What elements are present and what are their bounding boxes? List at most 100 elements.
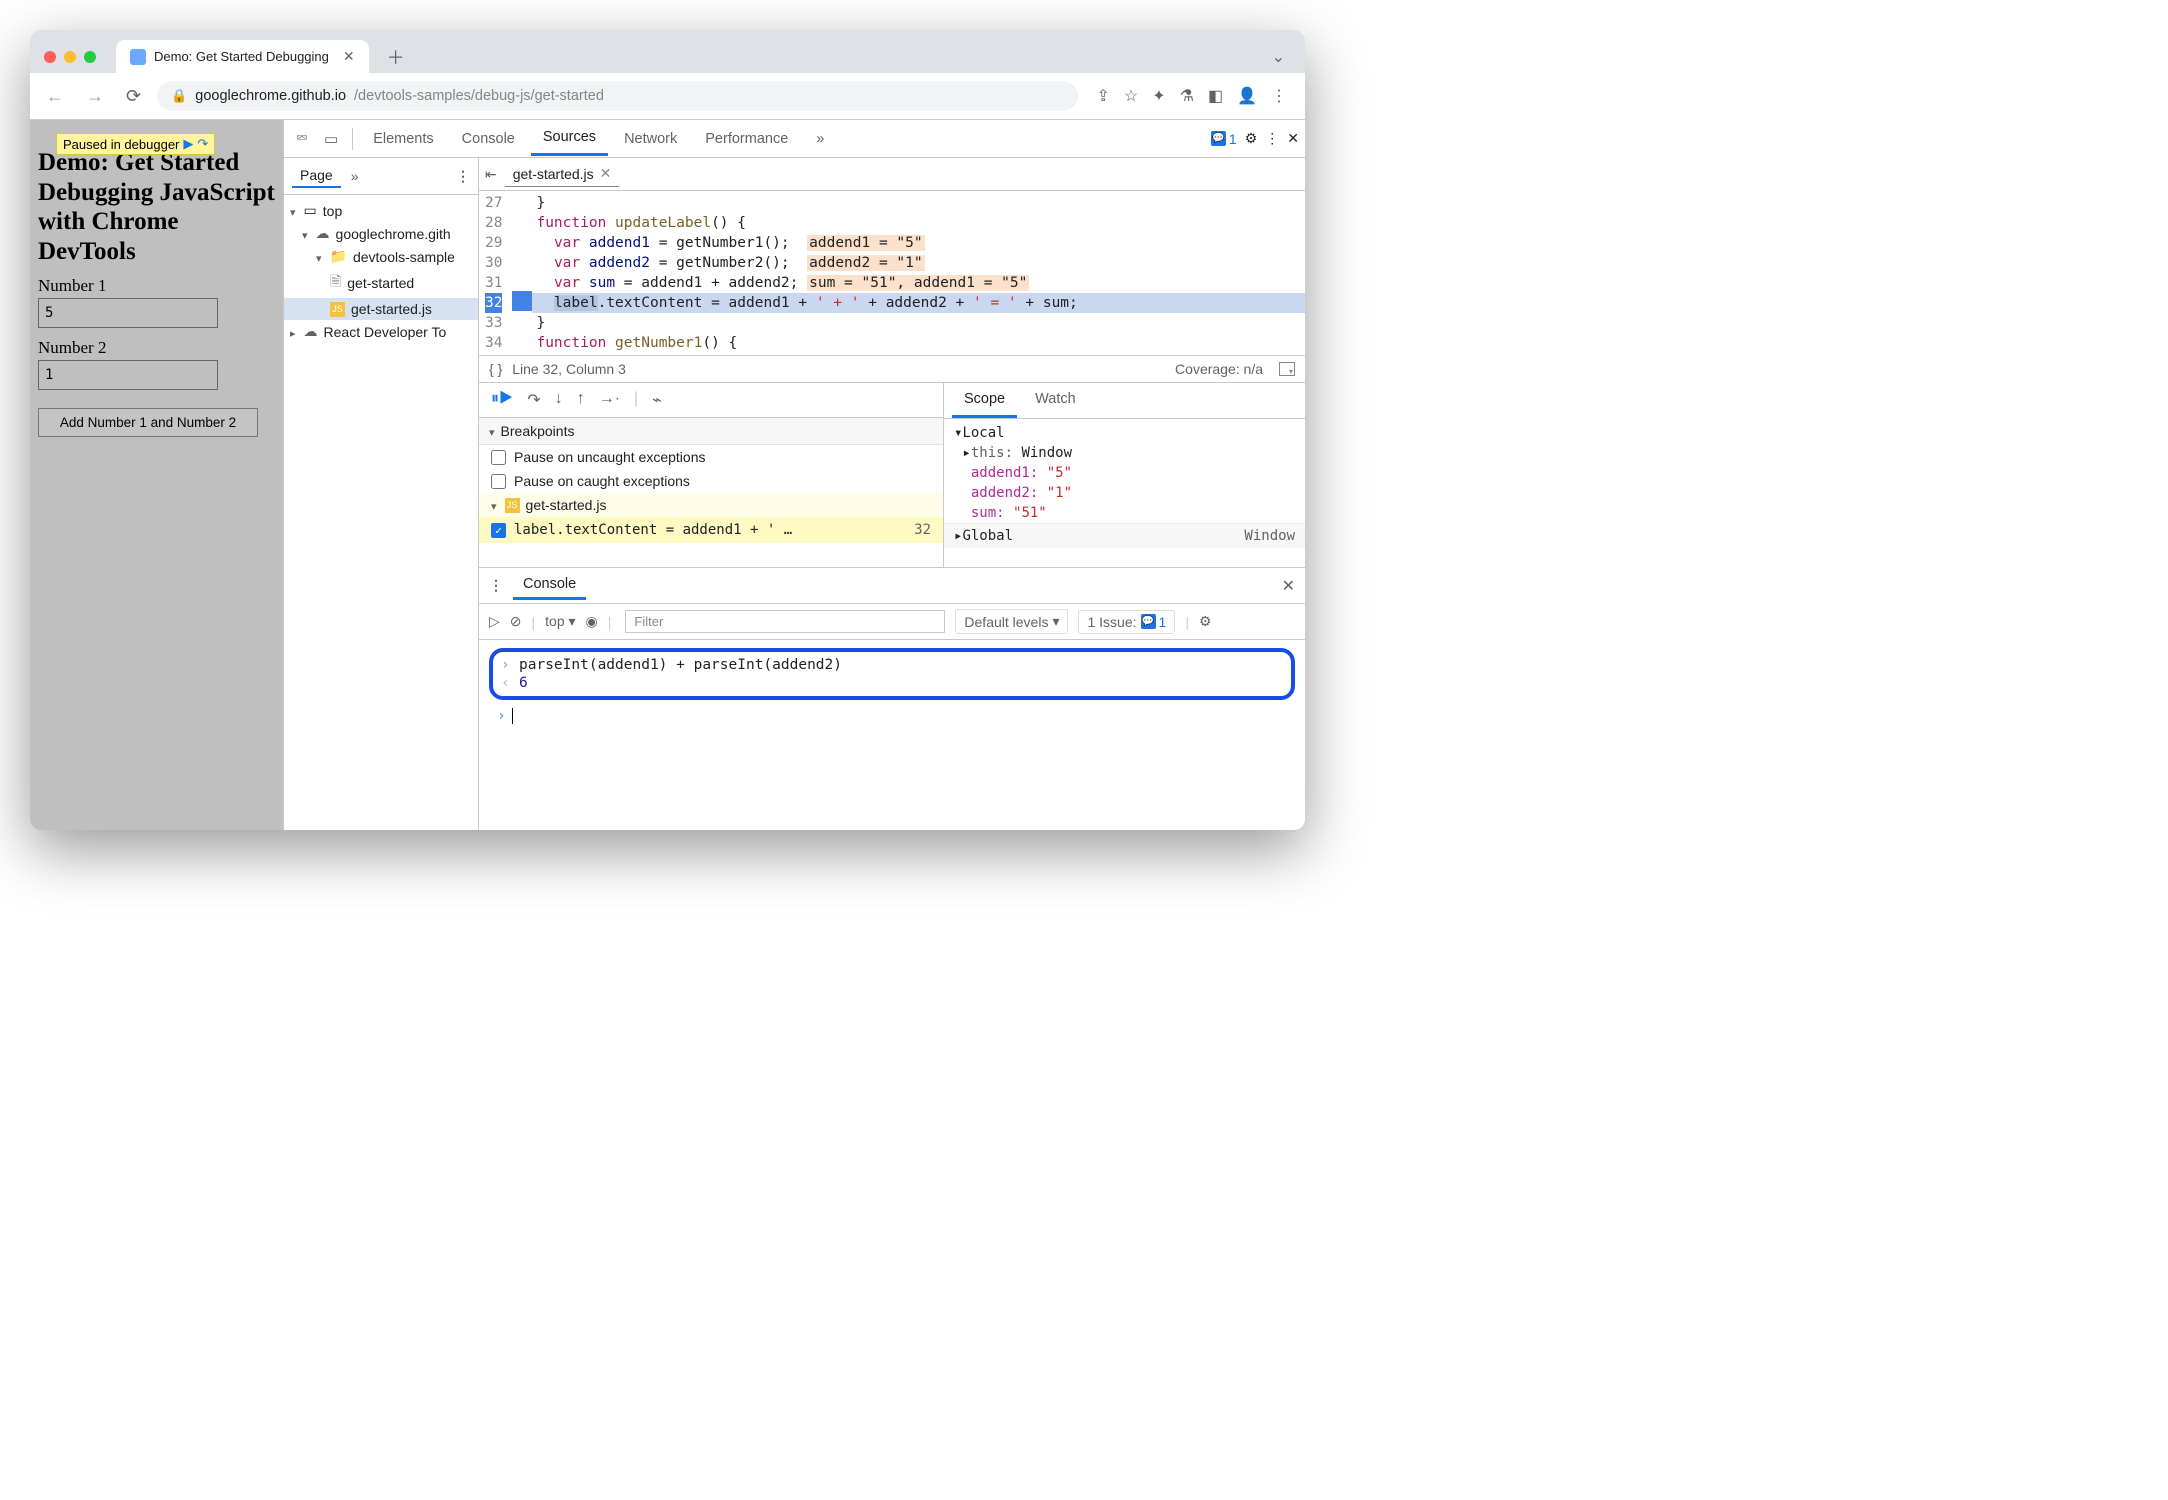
browser-window: Demo: Get Started Debugging ✕ ＋ ⌄ ← → ⟳ … [30, 30, 1305, 830]
maximize-window-icon[interactable] [84, 51, 96, 63]
minimize-window-icon[interactable] [64, 51, 76, 63]
scope-watch-tabs: Scope Watch [944, 383, 1305, 419]
pause-uncaught-checkbox[interactable] [491, 450, 506, 465]
labs-icon[interactable]: ⚗ [1180, 86, 1194, 106]
scope-local[interactable]: ▾Local [944, 423, 1305, 443]
coverage-dropdown-icon[interactable] [1279, 362, 1295, 376]
tab-console[interactable]: Console [450, 123, 527, 155]
step-out-button[interactable]: ↑ [577, 390, 585, 410]
omnibox[interactable]: 🔒 googlechrome.github.io/devtools-sample… [157, 81, 1078, 111]
context-selector[interactable]: top ▾ [545, 613, 575, 630]
tabs-menu-icon[interactable]: ⌄ [1272, 47, 1285, 67]
scope-tab[interactable]: Scope [952, 383, 1017, 418]
console-prompt[interactable]: › [479, 706, 1305, 726]
tabs-overflow-icon[interactable]: » [804, 123, 836, 155]
tree-domain[interactable]: ☁googlechrome.gith [284, 222, 478, 245]
cursor-position: Line 32, Column 3 [512, 361, 626, 377]
sources-panel: Page » ⋮ ▭top ☁googlechrome.gith 📁devtoo… [284, 158, 1305, 830]
add-button[interactable]: Add Number 1 and Number 2 [38, 408, 258, 437]
editor-statusbar: { } Line 32, Column 3 Coverage: n/a [479, 355, 1305, 382]
drawer-menu-icon[interactable]: ⋮ [489, 577, 503, 594]
drawer-console-tab[interactable]: Console [513, 571, 586, 600]
step-into-button[interactable]: ↓ [555, 390, 563, 410]
lock-icon: 🔒 [171, 88, 187, 104]
sidebar-toggle-icon[interactable]: ⇤ [485, 166, 497, 183]
sidepanel-icon[interactable]: ◧ [1208, 86, 1223, 106]
tree-file-html[interactable]: 🗎get-started [284, 268, 478, 298]
tree-top[interactable]: ▭top [284, 199, 478, 222]
file-tabs: ⇤ get-started.js ✕ [479, 158, 1305, 191]
js-file-icon: JS [330, 302, 345, 317]
scope-pane: Scope Watch ▾Local ▸this: Window addend1… [944, 383, 1305, 567]
devtools-close-icon[interactable]: ✕ [1287, 130, 1299, 147]
share-icon[interactable]: ⇪ [1096, 86, 1109, 106]
tab-close-icon[interactable]: ✕ [343, 48, 355, 65]
code-area[interactable]: 27 28 29 30 31 32 33 34 [479, 191, 1305, 355]
drawer-close-icon[interactable]: ✕ [1282, 576, 1295, 596]
tab-performance[interactable]: Performance [693, 123, 800, 155]
navigator-page-tab[interactable]: Page [292, 164, 341, 188]
pause-caught-checkbox[interactable] [491, 474, 506, 489]
bookmark-icon[interactable]: ☆ [1124, 86, 1138, 106]
breakpoint-checkbox[interactable]: ✓ [491, 523, 506, 538]
tab-network[interactable]: Network [612, 123, 689, 155]
live-expression-icon[interactable]: ◉ [586, 613, 598, 630]
num1-label: Number 1 [38, 276, 275, 296]
devtools-menu-icon[interactable]: ⋮ [1265, 130, 1279, 147]
pause-uncaught-row[interactable]: Pause on uncaught exceptions [479, 445, 943, 469]
kebab-menu-icon[interactable]: ⋮ [1271, 86, 1287, 106]
pause-caught-row[interactable]: Pause on caught exceptions [479, 469, 943, 493]
step-over-icon[interactable]: ↷ [197, 136, 208, 152]
navigator-menu-icon[interactable]: ⋮ [456, 168, 470, 185]
watch-tab[interactable]: Watch [1023, 383, 1088, 418]
forward-button: → [80, 86, 110, 107]
breakpoints-pane: ⏸▶ ↷ ↓ ↑ →· | ⌁ Breakpoints Pause on unc… [479, 383, 944, 567]
new-tab-button[interactable]: ＋ [387, 44, 405, 70]
profile-icon[interactable]: 👤 [1237, 86, 1257, 106]
extensions-icon[interactable]: ✦ [1152, 86, 1165, 106]
console-filter[interactable]: Filter [625, 610, 945, 633]
navigator-overflow-icon[interactable]: » [351, 168, 359, 184]
log-levels-dropdown[interactable]: Default levels ▾ [955, 609, 1068, 634]
tree-file-js[interactable]: JSget-started.js [284, 298, 478, 320]
step-button[interactable]: →· [599, 390, 620, 410]
breakpoint-gutter[interactable] [512, 191, 532, 355]
tree-extension[interactable]: ☁React Developer To [284, 320, 478, 343]
resume-button[interactable]: ⏸▶ [491, 390, 513, 410]
resume-icon[interactable]: ▶ [183, 136, 193, 152]
format-icon[interactable]: { } [489, 361, 502, 377]
clear-console-icon[interactable]: ⊘ [510, 613, 522, 630]
reload-button[interactable]: ⟳ [120, 86, 147, 107]
scope-global[interactable]: ▸GlobalWindow [944, 523, 1305, 548]
browser-tab[interactable]: Demo: Get Started Debugging ✕ [116, 40, 369, 73]
breakpoint-marker [512, 291, 532, 311]
drawer-tabs: ⋮ Console ✕ [479, 568, 1305, 604]
console-sidebar-icon[interactable]: ▷ [489, 613, 500, 630]
window-icon: ▭ [304, 202, 317, 219]
tree-folder[interactable]: 📁devtools-sample [284, 245, 478, 268]
console-drawer: ⋮ Console ✕ ▷ ⊘ | top ▾ ◉ | Filter [479, 567, 1305, 740]
console-settings-icon[interactable]: ⚙ [1199, 613, 1212, 630]
device-icon[interactable]: ▭ [318, 126, 344, 152]
scope-var: addend1: "5" [944, 463, 1305, 483]
issues-badge[interactable]: 💬1 [1211, 131, 1237, 147]
scope-var: sum: "51" [944, 503, 1305, 523]
file-tab[interactable]: get-started.js ✕ [505, 161, 620, 187]
breakpoints-header[interactable]: Breakpoints [479, 418, 943, 445]
file-tab-close-icon[interactable]: ✕ [600, 165, 612, 182]
settings-gear-icon[interactable]: ⚙ [1245, 130, 1258, 147]
inspect-icon[interactable]: ⮹ [290, 126, 314, 151]
num1-input[interactable] [38, 298, 218, 328]
tab-sources[interactable]: Sources [531, 121, 608, 156]
breakpoint-entry[interactable]: ✓ label.textContent = addend1 + ' … 32 [479, 517, 943, 543]
scope-this[interactable]: ▸this: Window [944, 443, 1305, 463]
tab-strip: Demo: Get Started Debugging ✕ ＋ ⌄ [30, 30, 1305, 73]
console-issues[interactable]: 1 Issue: 💬1 [1078, 610, 1175, 634]
step-over-button[interactable]: ↷ [527, 390, 540, 410]
close-window-icon[interactable] [44, 51, 56, 63]
deactivate-breakpoints-button[interactable]: ⌁ [652, 390, 662, 410]
breakpoint-file-row[interactable]: JSget-started.js [479, 493, 943, 517]
num2-input[interactable] [38, 360, 218, 390]
tab-elements[interactable]: Elements [361, 123, 445, 155]
back-button[interactable]: ← [40, 86, 70, 107]
